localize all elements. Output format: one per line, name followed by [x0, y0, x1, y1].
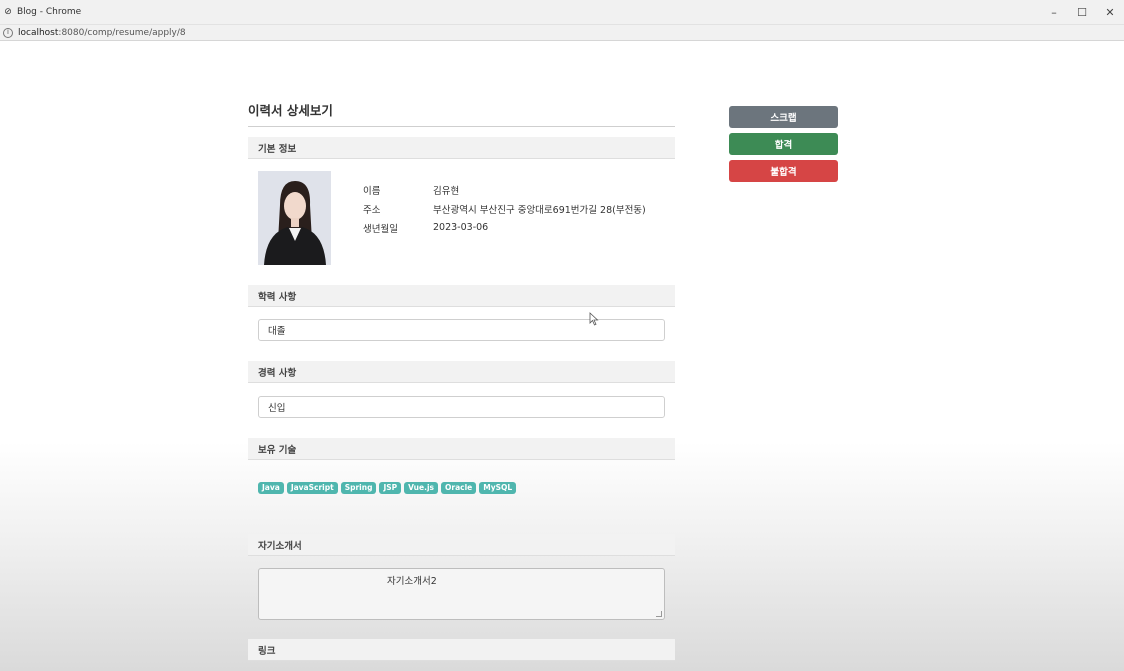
- page-title: 이력서 상세보기: [248, 100, 675, 127]
- skills-list: Java JavaScript Spring JSP Vue.js Oracle…: [258, 482, 517, 494]
- info-icon[interactable]: i: [3, 27, 13, 38]
- resume-container: 이력서 상세보기: [248, 100, 675, 127]
- skill-badge: Spring: [340, 482, 377, 494]
- window-titlebar: ⊘ Blog - Chrome – ☐ ✕: [0, 0, 1124, 25]
- education-field[interactable]: 대졸: [258, 319, 665, 341]
- skill-badge: JavaScript: [286, 482, 338, 494]
- window-title: Blog - Chrome: [17, 7, 82, 17]
- intro-header: 자기소개서: [248, 534, 675, 556]
- window-controls: – ☐ ✕: [1040, 0, 1124, 25]
- career-header: 경력 사항: [248, 361, 675, 383]
- info-label: 주소: [363, 204, 381, 216]
- pass-button[interactable]: 합격: [729, 133, 838, 155]
- skill-badge: MySQL: [479, 482, 517, 494]
- skill-badge: JSP: [379, 482, 402, 494]
- info-row-name: 이름 김유현: [363, 180, 646, 199]
- info-value: 김유현: [433, 185, 460, 197]
- career-field[interactable]: 신입: [258, 396, 665, 418]
- intro-text: 자기소개서2: [387, 576, 437, 587]
- skill-badge: Oracle: [441, 482, 477, 494]
- info-value: 부산광역시 부산진구 중앙대로691번가길 28(부전동): [433, 204, 646, 216]
- url-text[interactable]: localhost:8080/comp/resume/apply/8: [18, 28, 186, 38]
- skill-badge: Java: [258, 482, 284, 494]
- profile-photo: [258, 171, 331, 265]
- info-value: 2023-03-06: [433, 222, 489, 233]
- info-row-birthdate: 생년월일 2023-03-06: [363, 218, 646, 237]
- chrome-icon: ⊘: [4, 7, 12, 17]
- minimize-button[interactable]: –: [1040, 0, 1068, 25]
- scrap-button[interactable]: 스크랩: [729, 106, 838, 128]
- mouse-cursor-icon: [589, 312, 599, 326]
- url-host: localhost: [18, 27, 59, 38]
- address-bar[interactable]: i localhost:8080/comp/resume/apply/8: [0, 25, 1124, 41]
- close-button[interactable]: ✕: [1096, 0, 1124, 25]
- link-header: 링크: [248, 639, 675, 661]
- skill-badge: Vue.js: [404, 482, 438, 494]
- profile-photo-image: [258, 171, 331, 265]
- intro-textarea[interactable]: 자기소개서2: [258, 568, 665, 620]
- info-row-address: 주소 부산광역시 부산진구 중앙대로691번가길 28(부전동): [363, 199, 646, 218]
- skills-header: 보유 기술: [248, 438, 675, 460]
- education-header: 학력 사항: [248, 285, 675, 307]
- info-label: 생년월일: [363, 223, 398, 235]
- basic-info-table: 이름 김유현 주소 부산광역시 부산진구 중앙대로691번가길 28(부전동) …: [363, 180, 646, 237]
- resize-grip-icon[interactable]: [656, 611, 662, 617]
- info-label: 이름: [363, 185, 381, 197]
- maximize-button[interactable]: ☐: [1068, 0, 1096, 25]
- fail-button[interactable]: 불합격: [729, 160, 838, 182]
- url-path: :8080/comp/resume/apply/8: [58, 27, 186, 38]
- basic-info-header: 기본 정보: [248, 137, 675, 159]
